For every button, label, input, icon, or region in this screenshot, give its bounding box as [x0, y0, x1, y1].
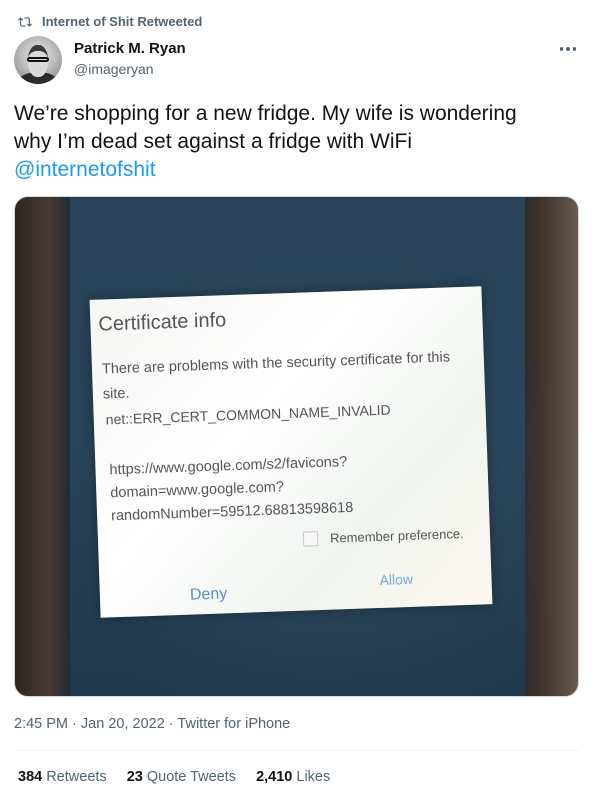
engagement-stats: 384 Retweets 23 Quote Tweets 2,410 Likes — [18, 769, 330, 785]
tweet-timestamp: 2:45 PM · Jan 20, 2022 · Twitter for iPh… — [14, 716, 290, 732]
more-options-icon[interactable] — [557, 40, 579, 58]
retweet-icon — [18, 16, 32, 27]
separator: · — [72, 716, 77, 732]
mention-link[interactable]: @internetofshit — [14, 156, 579, 184]
tweet-date: Jan 20, 2022 — [80, 716, 165, 732]
likes-stat[interactable]: 2,410 Likes — [256, 769, 330, 785]
remember-preference: Remember preference. — [302, 526, 464, 547]
dialog-url: https://www.google.com/s2/favicons? doma… — [109, 447, 471, 529]
retweeted-by-text: Internet of Shit Retweeted — [42, 14, 203, 29]
dot — [559, 47, 564, 51]
tweet-photo[interactable]: Certificate info There are problems with… — [14, 196, 579, 697]
dot — [566, 47, 570, 51]
retweets-count: 384 — [18, 769, 43, 785]
likes-label: Likes — [296, 769, 331, 785]
certificate-dialog: Certificate info There are problems with… — [89, 286, 493, 618]
tweet-time-link[interactable]: 2:45 PM · Jan 20, 2022 — [14, 716, 165, 732]
remember-label: Remember preference. — [329, 526, 464, 546]
tweet-source[interactable]: Twitter for iPhone — [177, 716, 290, 732]
dialog-title: Certificate info — [98, 309, 227, 336]
dot — [572, 47, 577, 51]
tweet-time: 2:45 PM — [14, 716, 68, 732]
quote-tweets-label: Quote Tweets — [146, 769, 237, 785]
tweet-text-line: why I’m dead set against a fridge with W… — [14, 130, 412, 153]
retweets-stat[interactable]: 384 Retweets — [18, 769, 107, 785]
author-handle[interactable]: @imageryan — [74, 61, 154, 77]
quote-tweets-count: 23 — [126, 769, 143, 785]
checkbox-icon — [302, 531, 319, 547]
dialog-allow-label: Allow — [379, 570, 414, 588]
tweet-text: We’re shopping for a new fridge. My wife… — [14, 100, 579, 184]
tweet-text-line: We’re shopping for a new fridge. My wife… — [14, 102, 517, 125]
author-name[interactable]: Patrick M. Ryan — [74, 40, 186, 57]
retweet-header[interactable]: Internet of Shit Retweeted — [18, 14, 202, 29]
likes-count: 2,410 — [256, 769, 293, 785]
dialog-deny-label: Deny — [189, 585, 228, 604]
separator: · — [168, 716, 174, 732]
dialog-message: There are problems with the security cer… — [101, 349, 451, 403]
avatar[interactable] — [14, 36, 62, 84]
retweets-label: Retweets — [46, 769, 107, 785]
avatar-glasses-shape — [27, 57, 49, 62]
divider — [14, 750, 579, 751]
quote-tweets-stat[interactable]: 23 Quote Tweets — [127, 769, 236, 785]
